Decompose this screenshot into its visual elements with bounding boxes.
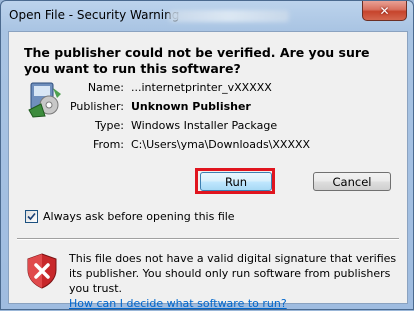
name-value: ...internetprinter_vXXXXX [131, 81, 272, 94]
run-button[interactable]: Run [200, 172, 272, 191]
from-value: C:\Users\yma\Downloads\XXXXX [131, 138, 311, 151]
always-ask-checkbox[interactable] [25, 210, 38, 223]
publisher-value: Unknown Publisher [131, 100, 251, 113]
type-value: Windows Installer Package [131, 119, 278, 132]
always-ask-label: Always ask before opening this file [43, 210, 235, 223]
name-label: Name: [87, 81, 124, 94]
warning-text: This file does not have a valid digital … [69, 252, 397, 295]
divider [17, 238, 399, 240]
checkmark-icon [27, 212, 36, 221]
from-label: From: [93, 138, 124, 151]
help-link[interactable]: How can I decide what software to run? [69, 297, 287, 310]
blurred-region [169, 10, 289, 22]
always-ask-row[interactable]: Always ask before opening this file [25, 210, 235, 223]
title-bar[interactable]: Open File - Security Warning ✕ [1, 1, 413, 31]
close-button[interactable]: ✕ [362, 1, 407, 21]
publisher-label: Publisher: [69, 100, 124, 113]
dialog-content: The publisher could not be verified. Are… [8, 31, 408, 310]
dialog-window: Open File - Security Warning ✕ The publi… [0, 0, 414, 310]
warning-heading: The publisher could not be verified. Are… [24, 45, 370, 76]
type-label: Type: [95, 119, 124, 132]
red-shield-x-icon [27, 253, 57, 289]
installer-package-icon [28, 82, 61, 118]
signature-warning: This file does not have a valid digital … [69, 251, 399, 311]
window-title: Open File - Security Warning [9, 8, 180, 22]
cancel-button[interactable]: Cancel [313, 172, 391, 191]
close-icon: ✕ [379, 3, 390, 18]
